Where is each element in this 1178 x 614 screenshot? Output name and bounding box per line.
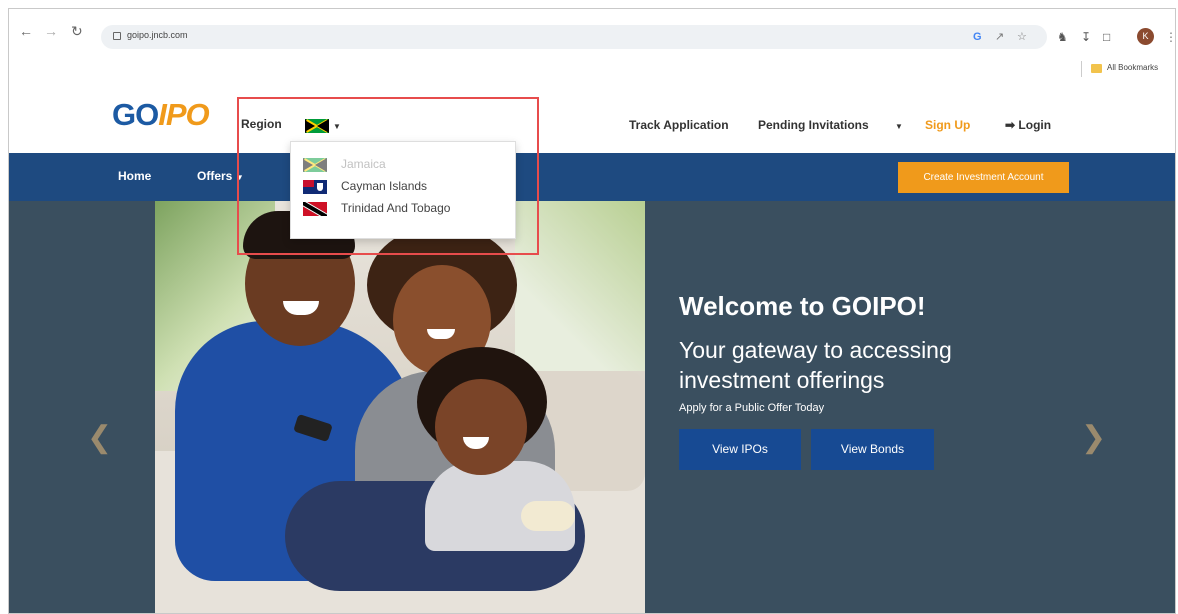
url-text: goipo.jncb.com <box>127 30 188 40</box>
carousel-prev-icon[interactable]: ❮ <box>87 423 112 453</box>
login-link[interactable]: ➡ Login <box>1005 118 1051 132</box>
chevron-down-icon[interactable]: ▼ <box>895 122 903 131</box>
profile-avatar[interactable]: K <box>1137 28 1154 45</box>
lock-icon <box>113 32 121 40</box>
share-icon[interactable]: ↗ <box>995 30 1004 44</box>
site-header: GOIPO Region ▼ Track Application Pending… <box>9 83 1175 153</box>
address-bar[interactable]: goipo.jncb.com G ↗ ☆ <box>101 25 1047 49</box>
track-application-link[interactable]: Track Application <box>629 118 729 132</box>
reload-icon[interactable]: ↻ <box>71 24 83 38</box>
hero-title: Welcome to GOIPO! <box>679 291 926 321</box>
create-investment-account-button[interactable]: Create Investment Account <box>898 162 1069 193</box>
goipo-logo[interactable]: GOIPO <box>112 97 210 133</box>
bookmarks-divider <box>1081 61 1082 77</box>
carousel-next-icon[interactable]: ❯ <box>1081 423 1106 453</box>
back-icon[interactable]: ← <box>19 24 33 38</box>
hero-note: Apply for a Public Offer Today <box>679 402 825 414</box>
folder-icon <box>1091 64 1102 73</box>
bookmarks-bar: All Bookmarks <box>9 55 1175 83</box>
google-lens-icon[interactable]: G <box>973 30 982 44</box>
pending-invitations-link[interactable]: Pending Invitations <box>758 118 869 132</box>
side-panel-icon[interactable]: □ <box>1103 31 1110 43</box>
all-bookmarks-link[interactable]: All Bookmarks <box>1107 63 1158 72</box>
login-icon: ➡ <box>1005 118 1016 132</box>
hero-subtitle: Your gateway to accessing investment off… <box>679 337 952 393</box>
view-ipos-button[interactable]: View IPOs <box>679 429 801 470</box>
bookmark-star-icon[interactable]: ☆ <box>1017 30 1027 44</box>
forward-icon[interactable]: → <box>44 24 58 38</box>
extensions-icon[interactable]: ♞ <box>1057 31 1068 43</box>
main-nav-bar: Home Offers ▼ Create Investment Account <box>9 153 1175 201</box>
hero-carousel: ❮ ❯ Welcome to GOIPO! Your gateway to ac… <box>9 201 1175 613</box>
download-icon[interactable]: ↧ <box>1081 31 1091 43</box>
browser-menu-icon[interactable]: ⋮ <box>1165 31 1175 43</box>
hero-family-photo <box>155 201 645 613</box>
sign-up-link[interactable]: Sign Up <box>925 118 970 132</box>
nav-item-home[interactable]: Home <box>118 169 151 183</box>
browser-window: ← → ↻ goipo.jncb.com G ↗ ☆ ♞ ↧ □ K ⋮ All… <box>8 8 1176 614</box>
view-bonds-button[interactable]: View Bonds <box>811 429 934 470</box>
annotation-highlight-box <box>237 97 539 255</box>
browser-toolbar: ← → ↻ goipo.jncb.com G ↗ ☆ ♞ ↧ □ K ⋮ <box>9 9 1175 55</box>
